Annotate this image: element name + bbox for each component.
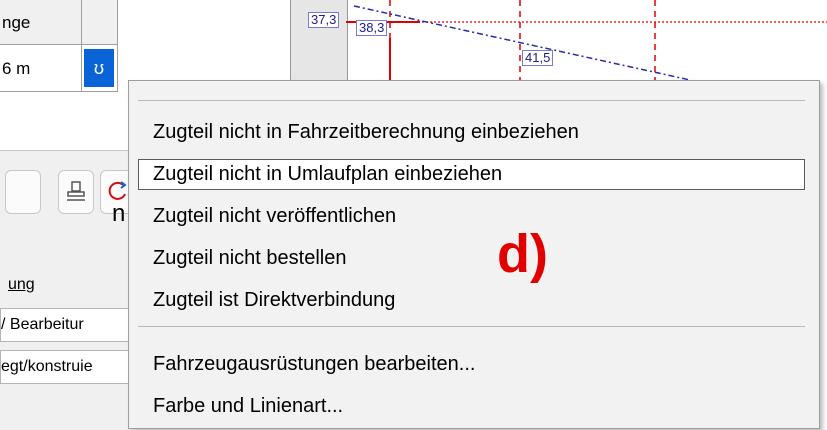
menu-item-edit-vehicle-equipment[interactable]: Fahrzeugausrüstungen bearbeiten... [138, 349, 805, 380]
graph-time-label: 41,5 [522, 50, 554, 66]
graph-time-label: 37,3 [308, 12, 340, 28]
menu-item-not-in-circulation-plan[interactable]: Zugteil nicht in Umlaufplan einbeziehen [138, 159, 805, 190]
construction-field-value: egt/konstruie [1, 358, 93, 375]
menu-item-not-order[interactable]: Zugteil nicht bestellen [138, 243, 805, 274]
menu-item-not-in-travel-time-calc[interactable]: Zugteil nicht in Fahrzeitberechnung einb… [138, 117, 805, 148]
toolbar-button-1[interactable] [5, 170, 41, 214]
grid-header-empty[interactable] [82, 0, 118, 45]
checkbox-glyph: ʊ [93, 58, 105, 78]
menu-separator [138, 100, 805, 101]
menu-item-label: Farbe und Linienart... [153, 395, 344, 417]
menu-item-label: Zugteil nicht in Umlaufplan einbeziehen [153, 163, 503, 185]
status-field-value: / Bearbeitur [1, 316, 84, 333]
menu-item-direct-connection[interactable]: Zugteil ist Direktverbindung [138, 285, 805, 316]
construction-field[interactable]: egt/konstruie [0, 350, 130, 384]
menu-separator [138, 326, 805, 327]
grid-header-label: nge [2, 13, 31, 32]
truncated-label: n [112, 200, 126, 227]
grid-cell-length[interactable]: 6 m [0, 45, 82, 92]
context-menu: Zugteil nicht in Fahrzeitberechnung einb… [128, 80, 820, 429]
selected-checkbox[interactable]: ʊ [84, 49, 114, 87]
menu-item-not-publish[interactable]: Zugteil nicht veröffentlichen [138, 201, 805, 232]
grid-length-value: 6 m [2, 59, 31, 78]
grid-header-laenge[interactable]: nge [0, 0, 82, 45]
section-link[interactable]: ung [8, 276, 35, 294]
menu-item-label: Fahrzeugausrüstungen bearbeiten... [153, 353, 476, 375]
grid-cell-checkbox[interactable]: ʊ [82, 45, 118, 92]
menu-item-label: Zugteil nicht in Fahrzeitberechnung einb… [153, 121, 579, 143]
status-field[interactable]: / Bearbeitur [0, 308, 130, 342]
menu-item-label: Zugteil ist Direktverbindung [153, 289, 396, 311]
annotation-label: d) [497, 224, 548, 284]
toolbar-button-stamp[interactable] [58, 170, 94, 214]
attribute-grid: nge 6 m ʊ [0, 0, 118, 92]
menu-item-color-and-linetype[interactable]: Farbe und Linienart... [138, 391, 805, 422]
menu-item-label: Zugteil nicht veröffentlichen [153, 205, 397, 227]
graph-time-label: 38,3 [356, 20, 388, 36]
menu-item-label: Zugteil nicht bestellen [153, 247, 347, 269]
stamp-icon [67, 181, 85, 201]
